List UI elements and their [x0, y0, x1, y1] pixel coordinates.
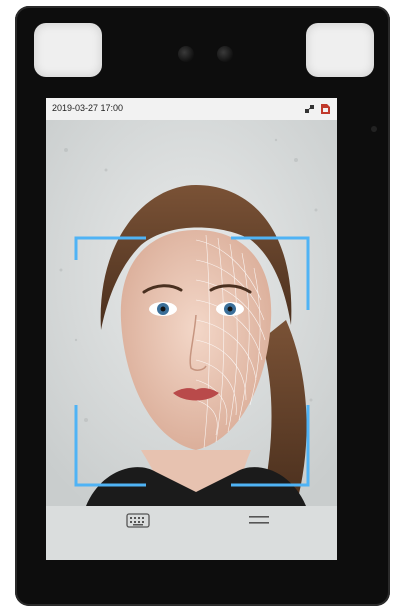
touch-screen: 2019-03-27 17:00: [46, 98, 337, 560]
indicator-light: [371, 126, 377, 132]
sim-card-icon: [320, 102, 331, 120]
ir-fill-light-right: [306, 23, 374, 77]
status-datetime: 2019-03-27 17:00: [52, 103, 124, 113]
camera-lens-right: [217, 46, 233, 62]
face-preview: [46, 120, 337, 506]
keyboard-icon[interactable]: [126, 511, 150, 529]
network-icon: [304, 102, 316, 120]
ir-fill-light-left: [34, 23, 102, 77]
camera-view: [46, 120, 337, 506]
menu-icon[interactable]: [247, 511, 271, 529]
status-icons: [304, 102, 331, 120]
camera-lens-left: [178, 46, 194, 62]
status-bar: 2019-03-27 17:00: [46, 98, 337, 120]
bottom-bar: [46, 506, 337, 560]
